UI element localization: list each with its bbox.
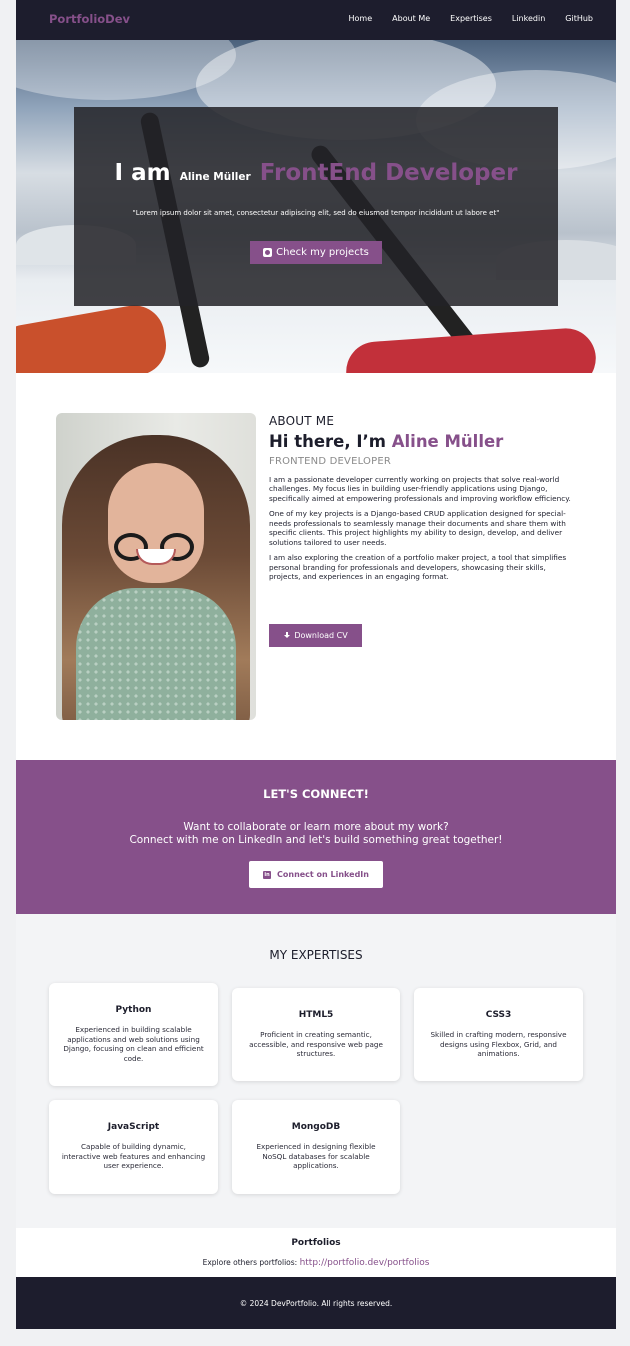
hero-quote: "Lorem ipsum dolor sit amet, consectetur… [132, 209, 500, 217]
download-icon [283, 631, 291, 640]
about-name: Aline Müller [391, 432, 504, 451]
card-desc: Capable of building dynamic, interactive… [61, 1142, 206, 1171]
footer: © 2024 DevPortfolio. All rights reserved… [16, 1277, 616, 1329]
about-kicker: ABOUT ME [269, 414, 335, 428]
profile-photo [56, 413, 256, 720]
nav-link-expertises[interactable]: Expertises [450, 14, 492, 23]
download-cv-label: Download CV [294, 631, 348, 640]
nav-link-github[interactable]: GitHub [565, 14, 593, 23]
portfolios-link[interactable]: http://portfolio.dev/portfolios [300, 1258, 430, 1268]
nav-link-home[interactable]: Home [349, 14, 373, 23]
expertise-card-html5: HTML5 Proficient in creating semantic, a… [232, 988, 400, 1081]
card-title: MongoDB [291, 1122, 341, 1132]
hero-name: Aline Müller [179, 171, 251, 183]
expertise-card-python: Python Experienced in building scalable … [49, 983, 218, 1086]
check-projects-label: Check my projects [276, 247, 369, 258]
hero-role: FrontEnd Developer [259, 160, 518, 186]
about-paragraph: I am a passionate developer currently wo… [269, 475, 571, 503]
expertise-card-javascript: JavaScript Capable of building dynamic, … [49, 1100, 218, 1194]
connect-title: LET'S CONNECT! [263, 787, 369, 801]
hero-title: I am Aline Müller FrontEnd Developer [74, 160, 558, 186]
portfolios-text: Explore others portfolios: [202, 1258, 298, 1267]
page: PortfolioDev Home About Me Expertises Li… [16, 0, 616, 1329]
footer-text: © 2024 DevPortfolio. All rights reserved… [239, 1299, 393, 1308]
about-section: ABOUT ME Hi there, I’m Aline Müller FRON… [16, 373, 616, 760]
card-title: JavaScript [107, 1122, 160, 1132]
hero-overlay-box: I am Aline Müller FrontEnd Developer "Lo… [74, 107, 558, 306]
connect-linkedin-button[interactable]: in Connect on LinkedIn [249, 861, 383, 888]
connect-linkedin-label: Connect on LinkedIn [277, 870, 369, 879]
expertise-card-mongodb: MongoDB Experienced in designing flexibl… [232, 1100, 400, 1194]
card-title: HTML5 [298, 1010, 334, 1020]
download-cv-button[interactable]: Download CV [269, 624, 362, 647]
linkedin-icon: in [263, 870, 271, 879]
card-title: Python [115, 1005, 152, 1015]
connect-section: LET'S CONNECT! Want to collaborate or le… [16, 760, 616, 914]
navbar: PortfolioDev Home About Me Expertises Li… [16, 0, 616, 40]
portfolios-section: Portfolios Explore others portfolios: ht… [16, 1228, 616, 1277]
nav-link-about[interactable]: About Me [392, 14, 430, 23]
hero-section: I am Aline Müller FrontEnd Developer "Lo… [16, 40, 616, 373]
card-title: CSS3 [485, 1010, 512, 1020]
expertise-card-css3: CSS3 Skilled in crafting modern, respons… [414, 988, 583, 1081]
connect-line-1: Want to collaborate or learn more about … [183, 821, 449, 833]
github-icon [263, 248, 273, 257]
nav-links: Home About Me Expertises Linkedin GitHub [349, 14, 593, 23]
about-greeting: Hi there, I’m Aline Müller [269, 432, 575, 451]
about-text: ABOUT ME Hi there, I’m Aline Müller FRON… [269, 414, 575, 582]
nav-link-linkedin[interactable]: Linkedin [512, 14, 545, 23]
greeting-text: Hi there, I’m [269, 432, 386, 451]
about-role: FRONTEND DEVELOPER [269, 456, 391, 467]
check-projects-button[interactable]: Check my projects [250, 241, 382, 264]
brand-logo[interactable]: PortfolioDev [49, 12, 130, 26]
connect-line-2: Connect with me on LinkedIn and let's bu… [129, 834, 503, 846]
portfolios-line: Explore others portfolios: http://portfo… [16, 1258, 616, 1268]
card-desc: Skilled in crafting modern, responsive d… [430, 1030, 567, 1059]
card-desc: Proficient in creating semantic, accessi… [249, 1030, 383, 1059]
about-paragraph: One of my key projects is a Django-based… [269, 509, 566, 547]
expertises-title: MY EXPERTISES [269, 948, 363, 962]
card-desc: Experienced in building scalable applica… [63, 1025, 204, 1064]
portfolios-title: Portfolios [291, 1238, 341, 1248]
hero-iam: I am [114, 160, 171, 186]
card-desc: Experienced in designing flexible NoSQL … [256, 1142, 376, 1171]
about-paragraph: I am also exploring the creation of a po… [269, 553, 567, 582]
